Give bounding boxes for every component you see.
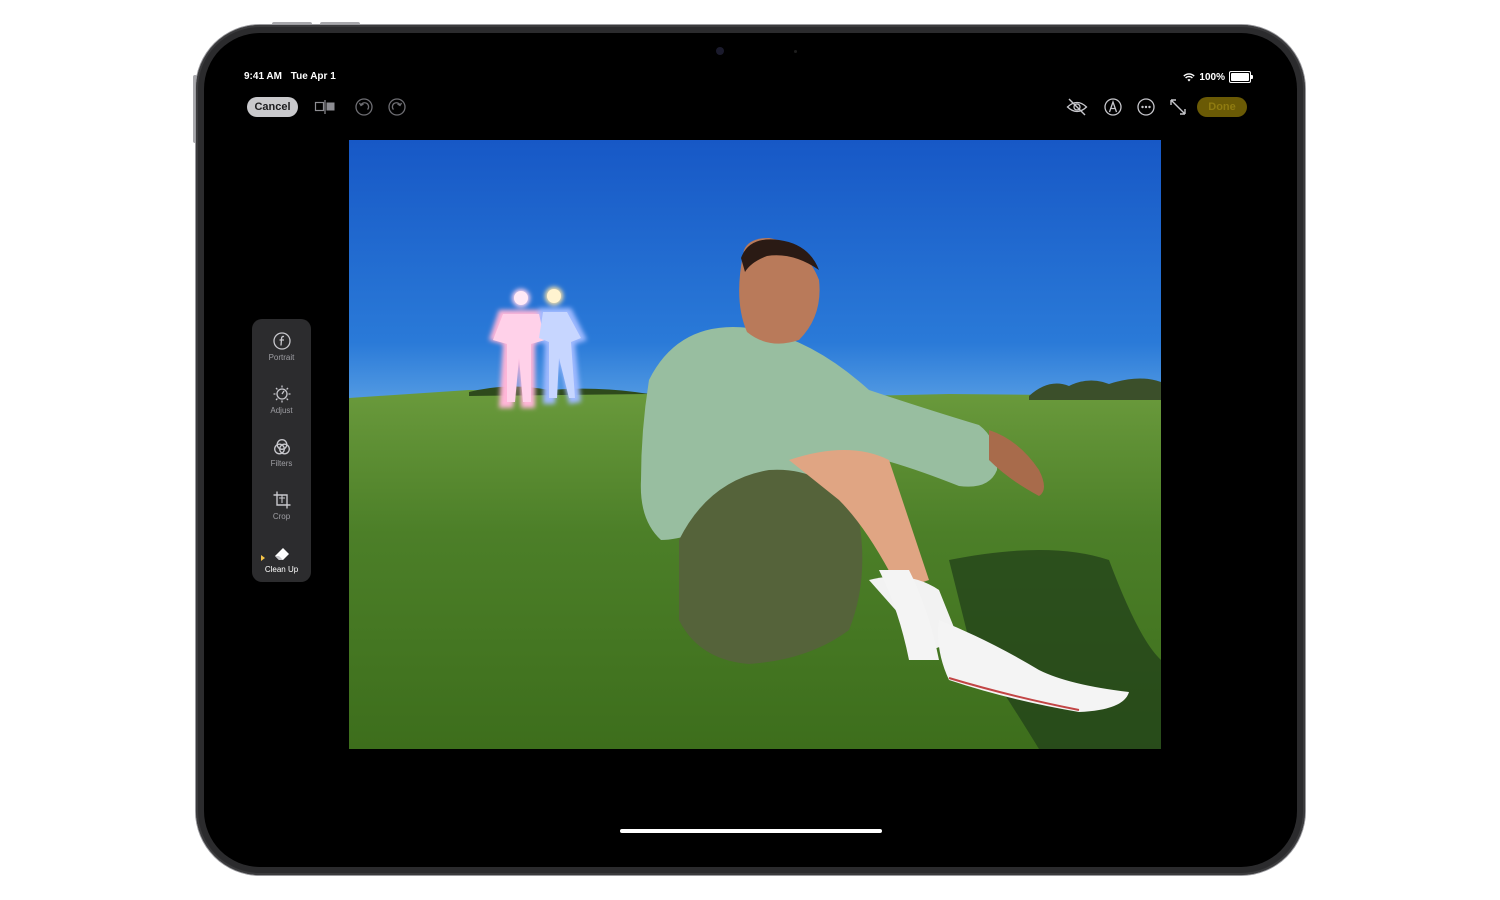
undo-button[interactable] [353, 96, 375, 118]
more-icon [1137, 98, 1155, 116]
tool-portrait[interactable]: Portrait [252, 327, 311, 377]
redo-icon [388, 98, 406, 116]
tool-clean-up[interactable]: Clean Up [252, 539, 311, 589]
battery-icon [1229, 71, 1253, 83]
cancel-button[interactable]: Cancel [247, 97, 298, 117]
tool-adjust-label: Adjust [270, 406, 293, 415]
hide-icon [1066, 98, 1088, 116]
redo-button[interactable] [386, 96, 408, 118]
compare-button[interactable] [314, 96, 336, 118]
done-button[interactable]: Done [1197, 97, 1247, 117]
more-button[interactable] [1135, 96, 1157, 118]
edit-tools-sidebar: Portrait Adjust Filters Crop Clean Up [252, 319, 311, 582]
eraser-icon [274, 548, 289, 560]
status-bar-right: 100% [1183, 71, 1253, 83]
wifi-icon [1183, 72, 1196, 81]
markup-button[interactable] [1102, 96, 1124, 118]
filters-icon [273, 439, 290, 455]
tool-filters[interactable]: Filters [252, 433, 311, 483]
markup-icon [1104, 98, 1122, 116]
active-indicator [261, 555, 265, 561]
camera-sensor [794, 50, 797, 53]
tool-portrait-label: Portrait [268, 353, 295, 362]
photo-image [349, 140, 1161, 749]
front-camera [716, 47, 724, 55]
status-bar-left: 9:41 AM Tue Apr 1 [244, 71, 342, 82]
tool-crop[interactable]: Crop [252, 486, 311, 536]
expand-icon [1170, 99, 1186, 115]
tool-filters-label: Filters [270, 459, 293, 468]
adjust-dial-icon [273, 385, 290, 403]
compare-icon [314, 100, 335, 114]
ipad-frame: 9:41 AM Tue Apr 1 100% Cancel Done Portr… [196, 25, 1305, 875]
aperture-f-icon [272, 332, 291, 350]
hide-button[interactable] [1066, 96, 1088, 118]
status-time: 9:41 AM [244, 71, 282, 82]
photo-canvas[interactable] [349, 140, 1161, 749]
expand-button[interactable] [1167, 96, 1189, 118]
undo-icon [355, 98, 373, 116]
tool-adjust[interactable]: Adjust [252, 380, 311, 430]
battery-percentage: 100% [1199, 71, 1225, 83]
home-indicator[interactable] [620, 829, 882, 833]
tool-crop-label: Crop [272, 512, 291, 521]
tool-clean-up-label: Clean Up [264, 565, 299, 574]
screen: 9:41 AM Tue Apr 1 100% Cancel Done Portr… [204, 33, 1297, 867]
status-date: Tue Apr 1 [290, 71, 336, 82]
crop-icon [273, 491, 290, 509]
